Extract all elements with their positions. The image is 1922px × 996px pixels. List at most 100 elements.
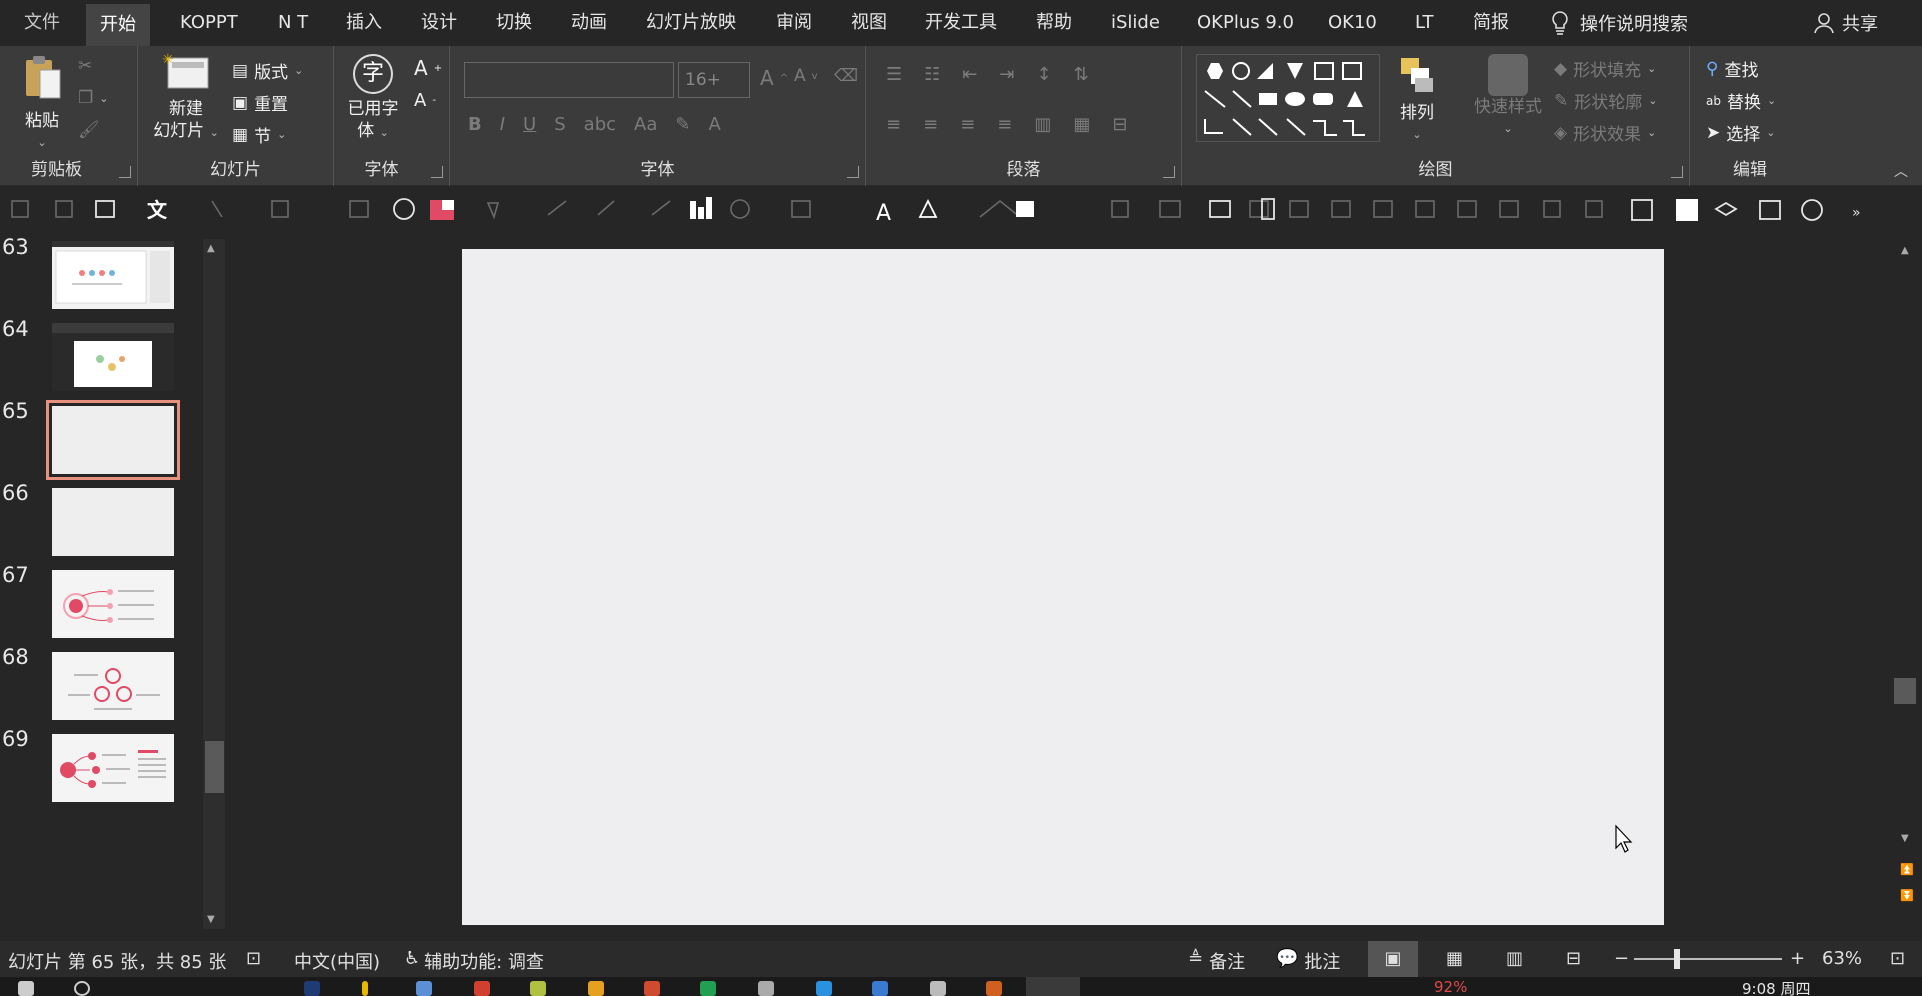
scroll-up-icon[interactable]: ▲ [207, 243, 215, 254]
scroll-up-icon[interactable]: ▲ [1901, 245, 1909, 256]
collapse-ribbon-icon[interactable]: ︿ [1894, 161, 1908, 181]
distribute-icon[interactable]: ▥ [1034, 114, 1051, 135]
app-icon[interactable] [758, 981, 774, 996]
slide-thumbnail[interactable] [52, 488, 174, 556]
slide-thumbnail[interactable] [52, 323, 174, 391]
dialog-launcher-icon[interactable] [1163, 166, 1175, 178]
shape-outline-button[interactable]: ✎ 形状轮廓 ⌄ [1554, 88, 1657, 114]
thumbnail-scroll-thumb[interactable] [205, 741, 224, 793]
app-icon[interactable] [530, 981, 546, 996]
used-font-button[interactable]: 字 已用字 体 ⌄ [340, 54, 406, 144]
tab-view[interactable]: 视图 [851, 9, 887, 37]
slide-sorter-button[interactable]: ▦ [1446, 948, 1463, 969]
tab-lt[interactable]: LT [1415, 9, 1434, 37]
tab-islide[interactable]: iSlide [1111, 9, 1160, 37]
app-icon[interactable] [362, 981, 368, 996]
dialog-launcher-icon[interactable] [847, 166, 859, 178]
font-size-combobox[interactable]: 16+ [678, 62, 750, 98]
fit-to-window-icon[interactable]: ⊡ [1890, 948, 1905, 969]
columns-icon[interactable]: ▦ [1073, 114, 1090, 135]
find-button[interactable]: ⚲ 查找 [1706, 56, 1758, 82]
dialog-launcher-icon[interactable] [119, 166, 131, 178]
zoom-in-button[interactable]: + [1790, 948, 1805, 969]
shape-effects-button[interactable]: ◈ 形状效果 ⌄ [1554, 120, 1656, 146]
strikethrough-icon[interactable]: S [554, 114, 565, 135]
tab-help[interactable]: 帮助 [1036, 9, 1072, 37]
arrange-button[interactable]: 排列 ⌄ [1392, 54, 1442, 146]
vertical-scrollbar[interactable]: ▲ ▼ ⏫ ⏬ [1890, 233, 1922, 933]
app-icon[interactable] [416, 981, 432, 996]
active-app-highlight[interactable] [1026, 977, 1080, 996]
app-icon[interactable] [700, 981, 716, 996]
tab-okplus[interactable]: OKPlus 9.0 [1197, 9, 1294, 37]
tab-briefing[interactable]: 简报 [1473, 9, 1509, 37]
tab-animations[interactable]: 动画 [571, 9, 607, 37]
illustrator-icon[interactable] [986, 981, 1002, 996]
slideshow-button[interactable]: ⊟ [1566, 948, 1581, 969]
folder-icon[interactable] [588, 981, 604, 996]
bold-icon[interactable]: B [468, 114, 482, 135]
zoom-slider-thumb[interactable] [1674, 949, 1680, 969]
shapes-gallery[interactable] [1196, 54, 1380, 142]
underline-icon[interactable]: U [523, 114, 536, 135]
zoom-out-button[interactable]: − [1614, 948, 1629, 969]
windows-start-icon[interactable] [18, 981, 34, 996]
highlight-icon[interactable]: ✎ [675, 114, 690, 135]
reading-view-button[interactable]: ▥ [1506, 948, 1523, 969]
font-name-combobox[interactable] [464, 62, 674, 98]
scroll-down-icon[interactable]: ▼ [207, 914, 215, 925]
chrome-icon[interactable] [474, 981, 490, 996]
tab-file[interactable]: 文件 [24, 9, 60, 37]
scroll-down-icon[interactable]: ▼ [1901, 833, 1909, 844]
cut-button[interactable]: ✂ [78, 56, 92, 76]
align-right-icon[interactable]: ≡ [960, 114, 975, 135]
accessibility-status[interactable]: ♿ 辅助功能: 调查 [404, 948, 544, 974]
numbering-icon[interactable]: ☷ [924, 64, 940, 85]
app-icon[interactable] [816, 981, 832, 996]
tab-review[interactable]: 审阅 [776, 9, 812, 37]
dialog-launcher-icon[interactable] [1671, 166, 1683, 178]
slide-thumbnail-selected[interactable] [46, 400, 180, 480]
justify-icon[interactable]: ≡ [997, 114, 1012, 135]
share-button[interactable]: 共享 [1814, 9, 1878, 37]
decrease-font-size-button[interactable]: Av [794, 66, 818, 86]
format-painter-button[interactable]: 🖌 [78, 120, 100, 140]
normal-view-button[interactable]: ▣ [1368, 941, 1418, 977]
char-spacing-icon[interactable]: abc [584, 114, 616, 135]
tab-developer[interactable]: 开发工具 [925, 9, 997, 37]
photoshop-icon[interactable] [304, 981, 320, 996]
tab-design[interactable]: 设计 [421, 9, 457, 37]
tell-me-search[interactable]: 操作说明搜索 [1550, 9, 1688, 37]
notes-button[interactable]: ≜ 备注 [1188, 948, 1245, 974]
zoom-level[interactable]: 63% [1822, 948, 1862, 969]
current-slide-canvas[interactable] [462, 249, 1664, 925]
next-slide-icon[interactable]: ⏬ [1900, 889, 1914, 902]
section-button[interactable]: ▦ 节 ⌄ [232, 122, 286, 148]
slide-thumbnail[interactable] [52, 734, 174, 802]
tab-slideshow[interactable]: 幻灯片放映 [646, 9, 736, 37]
grow-font-button[interactable]: A + [414, 56, 442, 80]
powerpoint-icon[interactable] [644, 981, 660, 996]
copy-button[interactable]: ❐ ⌄ [78, 88, 108, 108]
tab-koppt[interactable]: KOPPT [180, 9, 238, 37]
select-button[interactable]: ➤ 选择 ⌄ [1706, 120, 1775, 146]
quick-styles-button[interactable]: 快速样式 ⌄ [1468, 54, 1548, 140]
previous-slide-icon[interactable]: ⏫ [1900, 863, 1914, 876]
tab-nt[interactable]: N T [278, 9, 308, 37]
tab-insert[interactable]: 插入 [346, 9, 382, 37]
tab-transitions[interactable]: 切换 [496, 9, 532, 37]
increase-indent-icon[interactable]: ⇥ [999, 64, 1014, 85]
line-spacing-icon[interactable]: ↕ [1036, 64, 1051, 85]
align-left-icon[interactable]: ≡ [886, 114, 901, 135]
spell-check-icon[interactable]: ⊡ [246, 948, 261, 969]
paste-button[interactable]: 粘贴 ⌄ [14, 54, 70, 154]
language-status[interactable]: 中文(中国) [294, 948, 380, 974]
clear-format-icon[interactable]: ⌫ [834, 66, 858, 86]
slide-thumbnail[interactable] [52, 241, 174, 309]
shape-fill-button[interactable]: ◆ 形状填充 ⌄ [1554, 56, 1656, 82]
dialog-launcher-icon[interactable] [431, 166, 443, 178]
slide-thumbnail[interactable] [52, 570, 174, 638]
slide-thumbnail[interactable] [52, 652, 174, 720]
shrink-font-button[interactable]: A- [414, 90, 436, 111]
text-direction-icon[interactable]: ⇅ [1074, 64, 1089, 85]
